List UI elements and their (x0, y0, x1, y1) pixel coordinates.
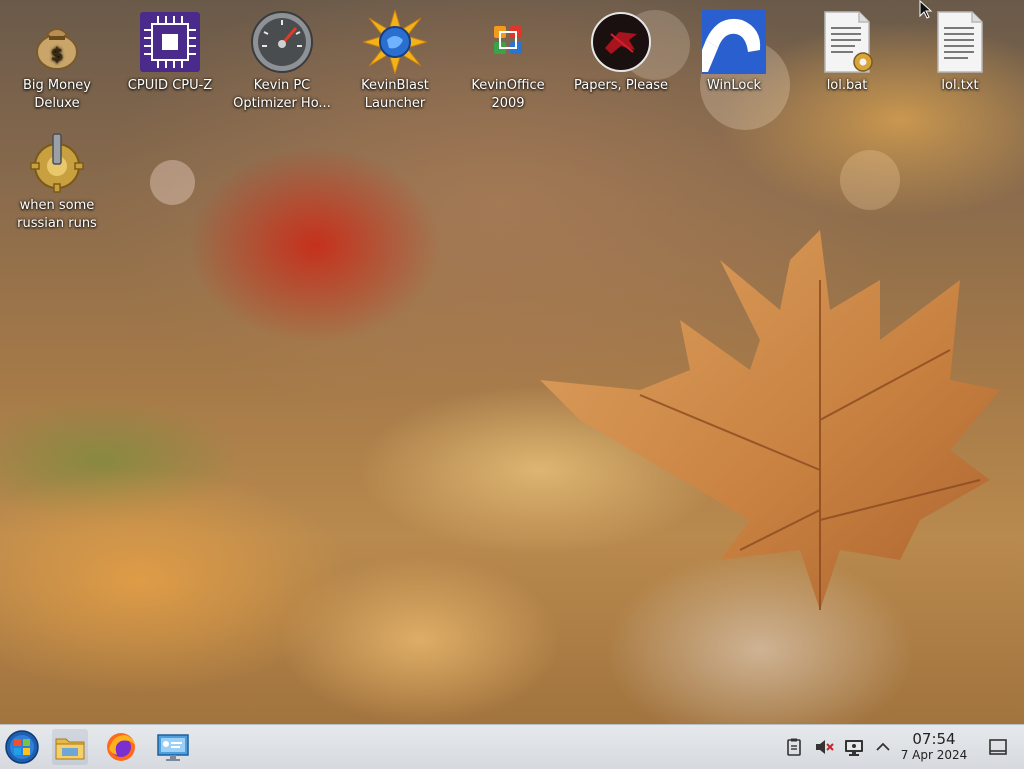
gear-script-icon (25, 130, 89, 194)
desktop-icon-cpu-z[interactable]: CPUID CPU-Z (114, 4, 226, 95)
desktop-icon-lol-bat[interactable]: lol.bat (791, 4, 903, 95)
clipboard-icon (787, 738, 801, 756)
desktop-icon-kevinblast-launcher[interactable]: KevinBlast Launcher (339, 4, 451, 113)
maple-leaf-image (540, 230, 1000, 610)
sunburst-globe-icon (361, 8, 429, 76)
icon-label: Papers, Please (573, 78, 669, 93)
desktop-icon-russian-script[interactable]: when some russian runs a... (1, 124, 113, 233)
monitor-settings-icon (157, 734, 189, 761)
taskbar-clock[interactable]: 07:54 7 Apr 2024 (898, 731, 970, 763)
firefox-icon (107, 733, 135, 761)
tray-network-button[interactable] (844, 737, 864, 757)
icon-label: WinLock (706, 78, 762, 93)
start-button[interactable] (4, 729, 40, 765)
papers-please-emblem-icon (589, 10, 653, 74)
clock-date: 7 Apr 2024 (900, 748, 968, 762)
speaker-muted-icon (816, 740, 834, 754)
winlock-icon (702, 10, 766, 74)
folder-icon (55, 738, 85, 760)
start-orb-icon (5, 730, 39, 764)
svg-text:$: $ (51, 44, 64, 65)
taskbar-firefox-button[interactable] (103, 729, 139, 765)
taskbar-file-manager-button[interactable] (52, 729, 88, 765)
icon-label: Kevin PC Optimizer Ho... (233, 78, 331, 111)
tray-volume-button[interactable] (814, 737, 834, 757)
icon-label: Big Money Deluxe (22, 78, 91, 111)
network-monitor-icon (845, 740, 863, 756)
desktop-wallpaper (0, 0, 1024, 768)
money-bag-icon: $ (25, 10, 89, 74)
text-file-icon (928, 10, 992, 74)
show-desktop-button[interactable] (988, 737, 1008, 757)
icon-label: when some russian runs a... (17, 198, 97, 231)
office-logo-icon (476, 10, 540, 74)
cpu-chip-icon (138, 10, 202, 74)
desktop-icon-kevin-pc-optimizer[interactable]: Kevin PC Optimizer Ho... (226, 4, 338, 113)
icon-label: CPUID CPU-Z (127, 78, 213, 93)
icon-label: lol.txt (941, 78, 979, 93)
chevron-up-icon (876, 742, 890, 751)
desktop-icon-winlock[interactable]: WinLock (678, 4, 790, 95)
speedometer-icon (250, 10, 314, 74)
icon-label: KevinBlast Launcher (361, 78, 429, 111)
desktop-icon-papers-please[interactable]: Papers, Please (565, 4, 677, 95)
tray-expand-button[interactable] (873, 737, 893, 757)
mouse-cursor-icon (919, 0, 933, 19)
taskbar: 07:54 7 Apr 2024 (0, 724, 1024, 769)
taskbar-system-settings-button[interactable] (155, 729, 191, 765)
icon-label: KevinOffice 2009 (471, 78, 545, 111)
desktop-icon-kevinoffice-2009[interactable]: KevinOffice 2009 (452, 4, 564, 113)
icon-label: lol.bat (826, 78, 868, 93)
tray-clipboard-button[interactable] (784, 737, 804, 757)
desktop-icon-big-money-deluxe[interactable]: $ Big Money Deluxe (1, 4, 113, 113)
clock-time: 07:54 (912, 730, 956, 748)
show-desktop-icon (989, 739, 1007, 755)
batch-file-icon (815, 10, 879, 74)
